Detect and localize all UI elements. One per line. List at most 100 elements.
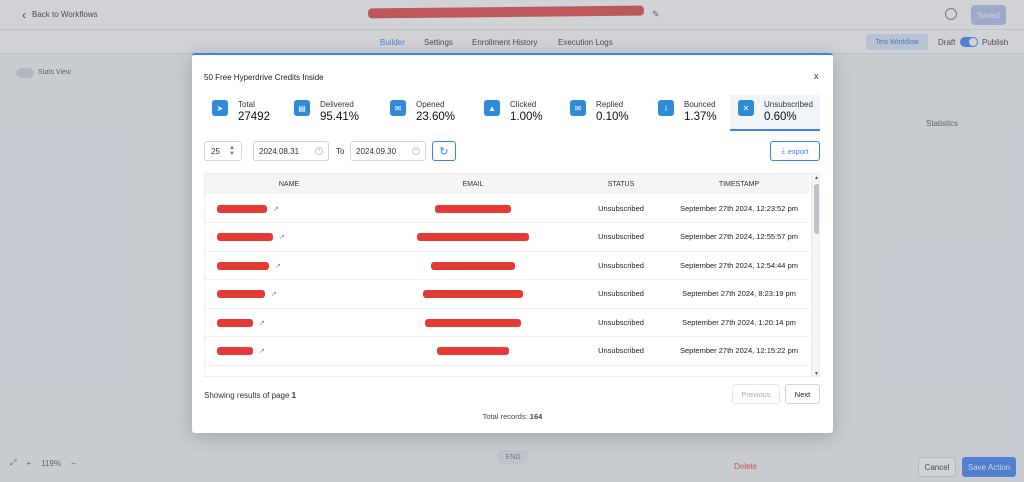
redacted-email [435,204,511,213]
external-link-icon[interactable]: ↗ [259,319,265,327]
recipients-table: NAME EMAIL STATUS TIMESTAMP ↗ Unsubscrib… [204,173,820,377]
per-page-value: 25 [211,147,220,156]
column-header-status[interactable]: STATUS [573,174,669,194]
status-cell: Unsubscribed [573,365,669,376]
stat-value: 27492 [238,111,270,123]
download-icon: ⤓ [781,146,785,155]
timestamp-cell: September 27th 2024, 12:15:22 pm [669,336,809,366]
previous-button[interactable]: Previous [732,384,780,404]
status-cell: Unsubscribed [573,336,669,366]
table-row: ↗ Unsubscribed September 27th 2024, 12:5… [205,222,809,252]
stat-label: Clicked [510,100,537,109]
inbox-icon: ▤ [294,100,310,116]
cursor-icon: ▲ [484,100,500,116]
redacted-name [217,290,265,299]
table-row: ↗ Unsubscribed September 27th 2024, 12:2… [205,194,809,223]
table-row: ↗ Unsubscribed September 27th 2024, 1:20… [205,308,809,337]
stat-delivered[interactable]: ▤ Delivered 95.41% [286,95,376,131]
stat-value: 1.37% [684,111,717,123]
to-label: To [336,147,345,156]
date-to-value: 2024.09.30 [356,147,397,156]
column-header-timestamp[interactable]: TIMESTAMP [669,174,809,194]
stat-value: 0.10% [596,111,629,123]
status-cell: Unsubscribed [573,222,669,252]
stat-label: Bounced [684,100,716,109]
external-link-icon[interactable]: ↗ [273,205,279,213]
total-prefix: Total records: [482,412,528,421]
stepper-arrows-icon[interactable]: ▲ ▼ [229,145,235,157]
scrollbar-thumb[interactable] [814,184,819,234]
external-link-icon[interactable]: ↗ [273,376,279,377]
redacted-name [217,347,253,356]
redacted-email [423,290,523,299]
stat-total[interactable]: ➤ Total 27492 [204,95,284,131]
stat-opened[interactable]: ✉ Opened 23.60% [382,95,472,131]
table-scrollbar[interactable]: ▲ ▼ [811,174,819,376]
timestamp-cell: September 27th 2024, 12:54:44 pm [669,251,809,280]
stat-label: Opened [416,100,445,109]
scroll-up-icon[interactable]: ▲ [814,175,819,181]
external-link-icon[interactable]: ↗ [279,233,285,241]
table-row: ↗ Unsubscribed September 27th 2024, 12:1… [205,365,809,377]
status-cell: Unsubscribed [573,251,669,280]
clear-date-icon[interactable]: × [315,147,323,155]
redacted-email [431,261,515,270]
timestamp-cell: September 27th 2024, 1:20:14 pm [669,308,809,337]
stat-label: Delivered [320,100,354,109]
redacted-name [217,204,267,213]
export-button[interactable]: ⤓ export [770,141,820,161]
redacted-email [437,347,509,356]
refresh-icon: ↻ [439,145,449,158]
stat-value: 0.60% [764,111,797,123]
clear-date-icon[interactable]: × [412,147,420,155]
stat-label: Unsubscribed [764,100,813,109]
stat-unsubscribed[interactable]: ✕ Unsubscribed 0.60% [730,95,820,131]
total-records-count: 164 [529,412,543,421]
timestamp-cell: September 27th 2024, 12:55:57 pm [669,222,809,252]
redacted-name [217,233,273,242]
stat-replied[interactable]: ✉ Replied 0.10% [562,95,642,131]
stat-value: 1.00% [510,111,543,123]
total-records: Total records: 164 [192,412,833,421]
modal-title: 50 Free Hyperdrive Credits Inside [204,73,324,82]
page-results-text: Showing results of page 1 [204,391,296,400]
redacted-name [217,375,267,376]
unsubscribe-icon: ✕ [738,100,754,116]
timestamp-cell: September 27th 2024, 12:11:46 pm [669,365,809,376]
date-to-input[interactable]: 2024.09.30 × [350,141,426,161]
stat-value: 23.60% [416,111,456,123]
open-envelope-icon: ✉ [390,100,406,116]
date-from-value: 2024.08.31 [259,147,300,156]
export-label: export [787,146,809,156]
stat-label: Total [238,100,255,109]
redacted-name [217,261,269,270]
table-row: ↗ Unsubscribed September 27th 2024, 12:5… [205,251,809,280]
external-link-icon[interactable]: ↗ [271,290,277,298]
table-row: ↗ Unsubscribed September 27th 2024, 8:23… [205,279,809,309]
redacted-name [217,318,253,327]
timestamp-cell: September 27th 2024, 12:23:52 pm [669,194,809,223]
stat-clicked[interactable]: ▲ Clicked 1.00% [476,95,546,131]
results-prefix: Showing results of page [204,391,290,400]
refresh-button[interactable]: ↻ [432,141,456,161]
date-from-input[interactable]: 2024.08.31 × [253,141,329,161]
scroll-down-icon[interactable]: ▼ [814,371,819,376]
stat-bounced[interactable]: i Bounced 1.37% [650,95,730,131]
redacted-email [417,233,529,242]
status-cell: Unsubscribed [573,279,669,309]
timestamp-cell: September 27th 2024, 8:23:19 pm [669,279,809,309]
per-page-stepper[interactable]: 25 ▲ ▼ [204,141,242,161]
next-button[interactable]: Next [785,384,820,404]
redacted-email [425,318,521,327]
email-stats-modal: 50 Free Hyperdrive Credits Inside x ➤ To… [192,53,833,433]
external-link-icon[interactable]: ↗ [275,262,281,270]
stat-label: Replied [596,100,624,109]
close-button[interactable]: x [814,71,819,81]
stat-value: 95.41% [320,111,360,123]
send-icon: ➤ [212,100,228,116]
info-icon: i [658,100,674,116]
status-cell: Unsubscribed [573,308,669,337]
column-header-email[interactable]: EMAIL [373,174,573,194]
column-header-name[interactable]: NAME [205,174,373,194]
external-link-icon[interactable]: ↗ [259,347,265,355]
